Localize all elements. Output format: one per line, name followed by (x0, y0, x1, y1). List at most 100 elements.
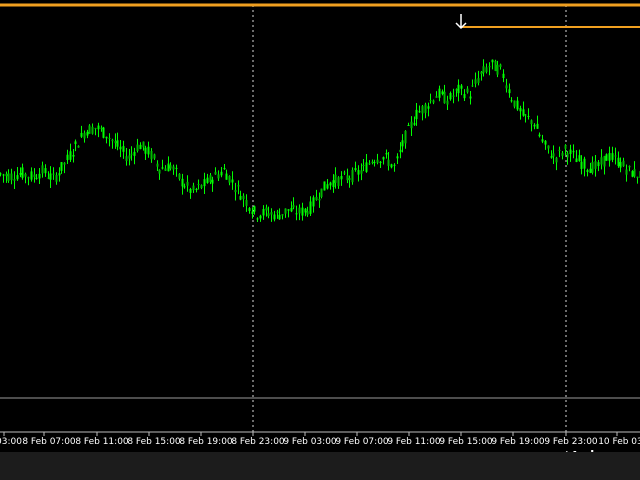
time-axis-label: 8 Feb 15:00 (127, 437, 181, 447)
candle-body (49, 173, 52, 180)
candle-layer (0, 59, 640, 223)
candle (591, 156, 594, 175)
candle-body (603, 156, 606, 167)
candle (225, 169, 228, 180)
candle-body (192, 185, 195, 191)
candle-body (569, 149, 572, 154)
candle-body (44, 168, 47, 174)
candle (206, 173, 209, 184)
candle-body (178, 173, 181, 179)
candle-body (555, 157, 558, 163)
candle-body (265, 207, 268, 211)
candle-body (111, 139, 114, 142)
candle-body (544, 140, 547, 145)
candle-body (287, 209, 290, 211)
candle (441, 89, 444, 96)
candle (91, 123, 94, 135)
candle (396, 153, 399, 164)
candle-body (144, 147, 147, 154)
price-chart[interactable]: 03:008 Feb 07:008 Feb 11:008 Feb 15:008 … (0, 0, 640, 480)
candle (387, 152, 390, 171)
candle-body (519, 108, 522, 112)
candle (66, 149, 69, 165)
candle (278, 208, 281, 220)
candle (248, 207, 251, 214)
candle-body (206, 177, 209, 183)
candle-body (306, 211, 309, 215)
candle-body (24, 173, 27, 177)
candle-body (142, 141, 145, 148)
candle (536, 115, 539, 129)
candle-body (404, 130, 407, 144)
candle-body (396, 156, 399, 159)
candle (144, 145, 147, 161)
candle-body (320, 188, 323, 197)
candle (443, 84, 446, 104)
candle-body (130, 153, 133, 155)
candle (119, 139, 122, 158)
candle (379, 160, 382, 168)
candle (105, 136, 108, 144)
candle-body (181, 178, 184, 187)
candle-body (231, 179, 234, 183)
candle (597, 160, 600, 172)
candle (329, 181, 332, 190)
candle-body (510, 100, 513, 102)
candle (530, 119, 533, 132)
candle-body (343, 172, 346, 174)
candle-body (401, 140, 404, 147)
candle-body (594, 161, 597, 169)
candle-body (270, 212, 273, 215)
candle-body (449, 92, 452, 100)
candle (136, 138, 139, 153)
candle (30, 167, 33, 182)
candle-body (69, 151, 72, 160)
candle-body (172, 166, 175, 170)
candle (281, 214, 284, 220)
candle-body (505, 85, 508, 89)
chart-window[interactable]: 03:008 Feb 07:008 Feb 11:008 Feb 15:008 … (0, 0, 640, 480)
candle (169, 162, 172, 171)
candle (7, 169, 10, 183)
candle (24, 172, 27, 184)
candle-body (362, 164, 365, 167)
candle (220, 166, 223, 178)
candle-body (189, 188, 192, 193)
candle-body (480, 71, 483, 74)
candle (178, 173, 181, 181)
candle-body (558, 149, 561, 151)
candle (340, 171, 343, 186)
candle-body (13, 179, 16, 181)
candle (259, 214, 262, 222)
candle (491, 59, 494, 70)
candle (21, 163, 24, 180)
candle (139, 142, 142, 150)
candle (351, 167, 354, 185)
candle-body (150, 151, 153, 160)
candle-body (614, 155, 617, 157)
candle (245, 194, 248, 212)
candle (466, 86, 469, 94)
candle-body (441, 91, 444, 95)
candle (365, 153, 368, 173)
candle (508, 83, 511, 98)
candle-body (572, 151, 575, 153)
candle (608, 146, 611, 167)
candle (320, 188, 323, 199)
candle-body (315, 196, 318, 201)
candle-body (55, 174, 58, 182)
candle-body (329, 182, 332, 186)
candle-body (385, 152, 388, 155)
candle-body (72, 154, 75, 157)
candle (541, 134, 544, 144)
candle-body (530, 120, 533, 125)
candle (10, 168, 13, 185)
candle-body (432, 100, 435, 103)
candle-body (220, 171, 223, 176)
candle-body (591, 162, 594, 173)
candle-body (318, 198, 321, 201)
candle (47, 171, 50, 180)
candle-body (102, 127, 105, 138)
candle (583, 156, 586, 177)
candle (382, 156, 385, 165)
